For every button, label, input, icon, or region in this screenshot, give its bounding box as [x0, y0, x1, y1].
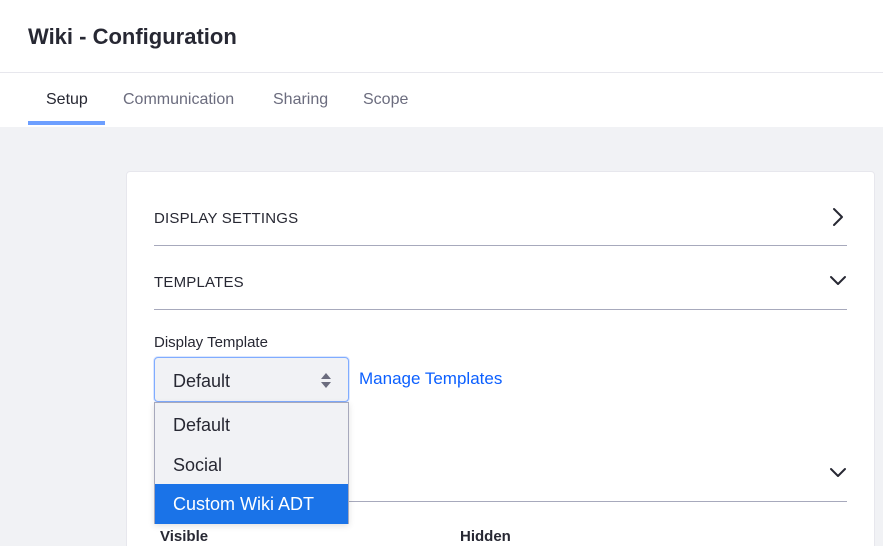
tab-setup[interactable]: Setup [46, 73, 88, 126]
header: Wiki - Configuration [0, 0, 883, 73]
display-template-select[interactable]: Default [154, 357, 349, 402]
visible-column-header: Visible [160, 528, 209, 545]
manage-templates-link[interactable]: Manage Templates [359, 369, 502, 389]
chevron-down-icon [830, 276, 846, 285]
tab-bar: Setup Communication Sharing Scope [0, 73, 883, 127]
active-tab-indicator [28, 121, 105, 125]
select-value: Default [173, 371, 231, 391]
templates-label: TEMPLATES [154, 274, 244, 291]
page-title: Wiki - Configuration [28, 24, 237, 49]
hidden-column-header: Hidden [460, 528, 511, 545]
option-default[interactable]: Default [155, 405, 348, 445]
tab-scope[interactable]: Scope [363, 73, 408, 126]
chevron-right-icon [833, 208, 843, 226]
display-template-label: Display Template [154, 334, 268, 351]
sort-caret-icon [321, 373, 331, 388]
chevron-down-icon [830, 468, 846, 477]
display-settings-label: DISPLAY SETTINGS [154, 210, 299, 227]
tab-sharing[interactable]: Sharing [273, 73, 328, 126]
option-social[interactable]: Social [155, 445, 348, 485]
tab-communication[interactable]: Communication [123, 73, 234, 126]
display-template-dropdown: Default Social Custom Wiki ADT [154, 402, 349, 524]
option-custom-wiki-adt[interactable]: Custom Wiki ADT [155, 484, 348, 524]
display-settings-panel-header[interactable]: DISPLAY SETTINGS [154, 208, 847, 246]
templates-panel-header[interactable]: TEMPLATES [154, 274, 847, 310]
